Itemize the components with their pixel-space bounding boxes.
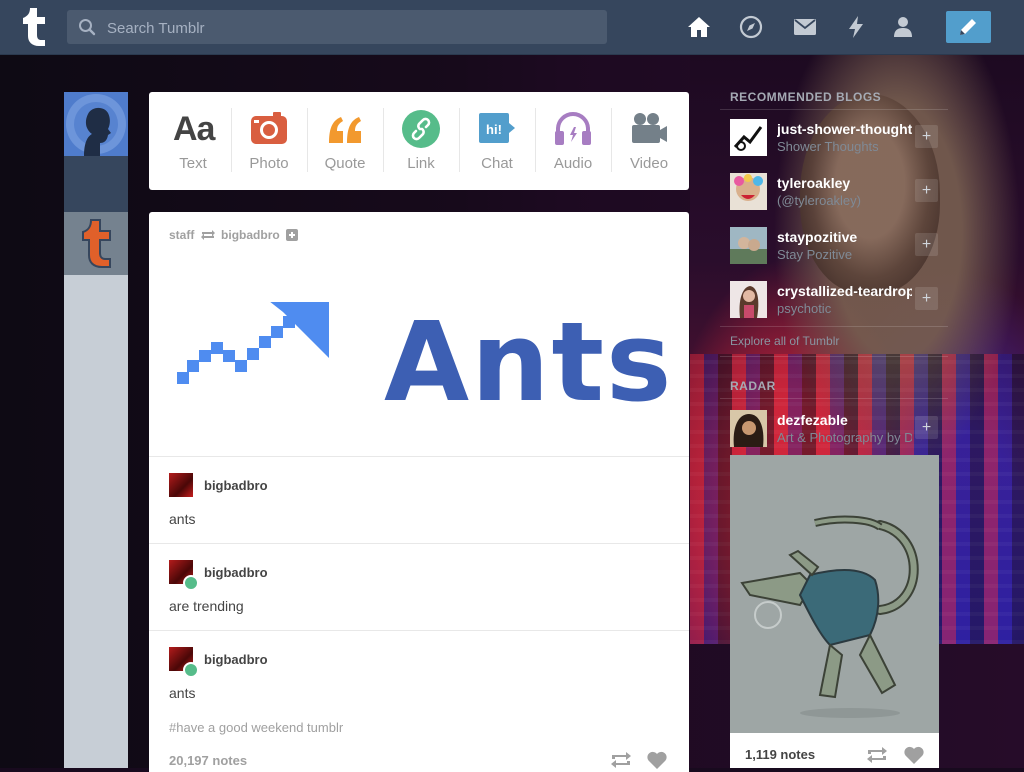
radar-notes[interactable]: 1,119 notes <box>745 747 815 762</box>
post-type-audio[interactable]: Audio <box>535 92 611 190</box>
post-composer: Aa Text Photo Quote Link hi! Chat Audio … <box>149 92 689 190</box>
post-header: staff bigbadbro <box>169 227 299 242</box>
reblog-button-icon[interactable] <box>609 750 633 770</box>
blog-title: psychotic <box>777 301 832 316</box>
blog-title: Stay Pozitive <box>777 247 853 262</box>
follow-button[interactable]: + <box>915 416 938 439</box>
avatar <box>730 173 767 210</box>
account-icon[interactable] <box>890 14 916 40</box>
divider <box>720 356 948 357</box>
radar-image[interactable] <box>730 455 939 733</box>
post-type-label: Photo <box>249 155 289 172</box>
post-type-label: Video <box>629 155 669 172</box>
post-type-label: Chat <box>481 155 513 172</box>
avatar <box>730 119 767 156</box>
follow-button[interactable]: + <box>915 287 938 310</box>
reblog-button-icon[interactable] <box>865 745 889 765</box>
headphones-icon <box>555 112 591 145</box>
divider <box>149 456 689 457</box>
reblog-badge-icon <box>183 662 199 678</box>
post-type-label: Audio <box>553 155 593 172</box>
blog-name: just-shower-thoughts <box>777 121 912 137</box>
recommended-heading: RECOMMENDED BLOGS <box>730 90 882 104</box>
avatar[interactable] <box>169 473 193 497</box>
chat-icon: hi! <box>479 113 515 143</box>
follow-button[interactable]: + <box>915 233 938 256</box>
explore-link[interactable]: Explore all of Tumblr <box>730 334 839 348</box>
search-input[interactable] <box>105 10 604 46</box>
divider <box>720 109 948 110</box>
post-type-label: Quote <box>324 155 366 172</box>
post-type-video[interactable]: Video <box>611 92 687 190</box>
heart-icon[interactable] <box>903 745 925 765</box>
post-card: staff bigbadbro Ants bigbadbro ants bigb… <box>149 212 689 772</box>
reblog-badge-icon <box>183 575 199 591</box>
post-type-photo[interactable]: Photo <box>231 92 307 190</box>
recommended-blog[interactable]: crystallized-teardrops psychotic + <box>730 279 940 319</box>
recommended-blog[interactable]: just-shower-thoughts Shower Thoughts + <box>730 117 940 157</box>
follow-button[interactable]: + <box>915 179 938 202</box>
blog-title: Art & Photography by Dez <box>777 430 912 445</box>
post-type-label: Text <box>179 155 207 172</box>
home-icon[interactable] <box>686 14 712 40</box>
reblog-author[interactable]: bigbadbro <box>204 652 268 667</box>
inbox-icon[interactable] <box>792 14 818 40</box>
reblog-text: ants <box>169 685 196 701</box>
blog-title: (@tyleroakley) <box>777 193 861 208</box>
heart-icon[interactable] <box>646 750 668 770</box>
radar-heading: RADAR <box>730 379 776 393</box>
search-icon <box>79 19 96 36</box>
follow-plus-icon[interactable] <box>286 228 299 241</box>
tumblr-logo[interactable] <box>17 7 51 47</box>
follow-button[interactable]: + <box>915 125 938 148</box>
post-type-quote[interactable]: Quote <box>307 92 383 190</box>
post-image-text: Ants <box>384 302 669 412</box>
recommended-blog[interactable]: staypozitive Stay Pozitive + <box>730 225 940 265</box>
post-image[interactable]: Ants <box>169 302 669 412</box>
blog-name: dezfezable <box>777 412 848 428</box>
post-type-link[interactable]: Link <box>383 92 459 190</box>
radar-post: 1,119 notes <box>730 455 939 768</box>
reblog-author[interactable]: bigbadbro <box>204 478 268 493</box>
chat-icon-text: hi! <box>486 122 502 137</box>
reblog-icon <box>200 229 215 240</box>
activity-icon[interactable] <box>843 14 869 40</box>
reblog-author[interactable]: bigbadbro <box>204 565 268 580</box>
radar-blog[interactable]: dezfezable Art & Photography by Dez + <box>730 408 940 448</box>
post-type-text[interactable]: Aa Text <box>155 92 231 190</box>
post-type-label: Link <box>407 155 435 172</box>
post-type-chat[interactable]: hi! Chat <box>459 92 535 190</box>
avatar <box>730 410 767 447</box>
camera-icon <box>251 112 287 144</box>
staff-avatar[interactable] <box>64 212 128 275</box>
post-tags[interactable]: #have a good weekend tumblr <box>169 720 343 735</box>
blog-name: crystallized-teardrops <box>777 283 912 299</box>
blog-name: tyleroakley <box>777 175 851 191</box>
pencil-icon <box>960 19 976 35</box>
explore-icon[interactable] <box>738 14 764 40</box>
left-rail-lower <box>64 275 128 768</box>
video-camera-icon <box>632 113 667 143</box>
divider <box>149 543 689 544</box>
search-bar[interactable] <box>67 10 607 46</box>
post-author[interactable]: staff <box>169 228 194 242</box>
new-post-button[interactable] <box>946 11 991 43</box>
recommended-blog[interactable]: tyleroakley (@tyleroakley) + <box>730 171 940 211</box>
avatar <box>730 227 767 264</box>
reblogged-from[interactable]: bigbadbro <box>221 228 280 242</box>
divider <box>149 630 689 631</box>
blog-title: Shower Thoughts <box>777 139 879 154</box>
divider <box>720 398 948 399</box>
blog-name: staypozitive <box>777 229 858 245</box>
link-icon <box>402 110 440 148</box>
avatar <box>730 281 767 318</box>
quote-icon <box>329 117 361 143</box>
top-bar <box>0 0 1024 55</box>
post-notes[interactable]: 20,197 notes <box>169 753 247 768</box>
reblog-text: are trending <box>169 598 244 614</box>
user-avatar[interactable] <box>64 92 128 156</box>
divider <box>720 326 948 327</box>
reblog-text: ants <box>169 511 196 527</box>
text-icon: Aa <box>173 110 215 148</box>
